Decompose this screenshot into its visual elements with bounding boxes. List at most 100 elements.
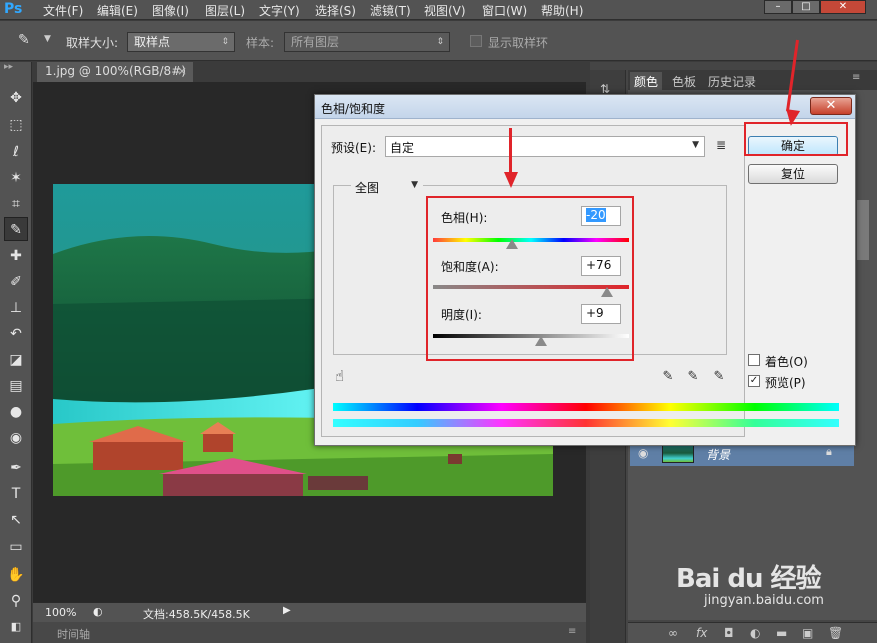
preset-select[interactable]: 自定 ▼: [385, 136, 705, 157]
menu-window[interactable]: 窗口(W): [482, 2, 527, 19]
layer-name: 背景: [706, 448, 731, 462]
sliders-highlight-box: [426, 196, 634, 361]
sample-size-label: 取样大小:: [66, 36, 119, 50]
baidu-jingyan-watermark: Bai du 经验: [676, 564, 821, 594]
crop-tool-icon[interactable]: ⌗: [4, 192, 28, 216]
chevron-down-icon: ▼: [692, 140, 699, 150]
timeline-label: 时间轴: [57, 628, 90, 641]
delete-layer-icon[interactable]: 🗑︎: [828, 626, 843, 640]
channel-value: 全图: [355, 181, 380, 195]
color-spectrum-bar-top: [333, 403, 839, 411]
menu-edit[interactable]: 编辑(E): [97, 2, 138, 19]
new-group-icon[interactable]: ▬: [776, 626, 787, 640]
new-layer-icon[interactable]: ▣: [802, 626, 813, 640]
fx-icon[interactable]: fx: [696, 626, 707, 640]
menu-filter[interactable]: 滤镜(T): [370, 2, 411, 19]
brush-tool-icon[interactable]: ✐: [4, 270, 28, 294]
ok-highlight-box: [744, 122, 848, 156]
move-tool-icon[interactable]: ✥: [4, 86, 28, 110]
collapse-arrows-icon[interactable]: ▸▸: [4, 62, 13, 72]
add-to-sample-eyedropper-icon[interactable]: ✎: [685, 369, 701, 385]
subtract-from-sample-eyedropper-icon[interactable]: ✎: [711, 369, 727, 385]
document-tab-title: 1.jpg @ 100%(RGB/8#): [45, 64, 186, 78]
annotation-arrow-head: [783, 109, 801, 127]
menu-layer[interactable]: 图层(L): [205, 2, 245, 19]
type-tool-icon[interactable]: T: [4, 482, 28, 506]
layer-thumbnail: [662, 443, 694, 463]
tool-preset-dropdown-icon[interactable]: ▼: [44, 34, 51, 44]
menu-help[interactable]: 帮助(H): [541, 2, 583, 19]
lasso-tool-icon[interactable]: ℓ: [4, 140, 28, 164]
colorize-label: 着色(O): [765, 355, 808, 369]
minimize-icon[interactable]: –: [764, 0, 792, 14]
menu-image[interactable]: 图像(I): [152, 2, 189, 19]
reset-button[interactable]: 复位: [748, 164, 838, 184]
document-tab[interactable]: 1.jpg @ 100%(RGB/8#) ×: [37, 62, 193, 82]
tab-color[interactable]: 颜色: [630, 72, 663, 90]
targeted-adjustment-hand-icon[interactable]: ☝: [335, 367, 344, 385]
status-menu-arrow-icon[interactable]: ▶: [283, 605, 291, 616]
sample-value: 所有图层: [291, 35, 340, 49]
show-ring-checkbox[interactable]: [470, 35, 482, 47]
dodge-tool-icon[interactable]: ◉: [4, 426, 28, 450]
close-icon[interactable]: ✕: [820, 0, 866, 14]
layer-mask-icon[interactable]: ◘: [724, 626, 734, 640]
photoshop-logo: Ps: [4, 1, 23, 17]
dialog-close-button[interactable]: ✕: [810, 97, 852, 115]
menu-select[interactable]: 选择(S): [315, 2, 356, 19]
adjustment-layer-icon[interactable]: ◐: [750, 626, 760, 640]
tab-swatches[interactable]: 色板: [668, 72, 700, 90]
dialog-titlebar[interactable]: 色相/饱和度 ✕: [315, 95, 855, 119]
annotation-arrow-head: [504, 172, 518, 188]
magic-wand-tool-icon[interactable]: ✶: [4, 166, 28, 190]
menu-type[interactable]: 文字(Y): [259, 2, 300, 19]
preset-options-icon[interactable]: ≣: [716, 138, 726, 152]
channel-select[interactable]: 全图 ▼: [351, 177, 423, 197]
preset-label: 预设(E):: [331, 141, 376, 155]
tab-history[interactable]: 历史记录: [704, 72, 760, 90]
menu-view[interactable]: 视图(V): [424, 2, 466, 19]
gradient-tool-icon[interactable]: ▤: [4, 374, 28, 398]
eyedropper-icon[interactable]: ✎: [660, 369, 676, 385]
blur-tool-icon[interactable]: ●: [4, 400, 28, 424]
foreground-background-color-icon[interactable]: ◧: [4, 615, 28, 639]
preview-label: 预览(P): [765, 376, 806, 390]
pen-tool-icon[interactable]: ✒: [4, 456, 28, 480]
history-brush-tool-icon[interactable]: ↶: [4, 322, 28, 346]
colorize-checkbox[interactable]: [748, 354, 760, 366]
panel-menu-icon[interactable]: ≡: [568, 626, 576, 637]
zoom-level[interactable]: 100%: [45, 606, 76, 619]
show-ring-label: 显示取样环: [488, 36, 549, 50]
chevron-updown-icon: ⇕: [221, 37, 229, 47]
sample-label: 样本:: [246, 36, 275, 50]
eyedropper-tool-icon[interactable]: ✎: [4, 217, 28, 241]
preset-value: 自定: [390, 141, 415, 155]
panel-menu-icon[interactable]: ≡: [852, 72, 860, 83]
marquee-tool-icon[interactable]: ⬚: [4, 113, 28, 137]
restore-icon[interactable]: □: [792, 0, 820, 14]
close-tab-icon[interactable]: ×: [177, 64, 187, 78]
rectangle-tool-icon[interactable]: ▭: [4, 535, 28, 559]
dialog-title: 色相/饱和度: [321, 102, 386, 116]
panel-scrollbar[interactable]: [857, 200, 869, 260]
layers-panel-footer: ∞ fx ◘ ◐ ▬ ▣ 🗑︎: [628, 622, 877, 643]
link-layers-icon[interactable]: ∞: [668, 626, 678, 640]
path-selection-tool-icon[interactable]: ↖: [4, 508, 28, 532]
sample-size-select[interactable]: 取样点 ⇕: [127, 32, 235, 52]
chevron-down-icon: ▼: [411, 180, 418, 190]
zoom-tool-icon[interactable]: ⚲: [4, 589, 28, 613]
menu-file[interactable]: 文件(F): [43, 2, 83, 19]
preview-checkbox[interactable]: ✓: [748, 375, 760, 387]
watermark-url: jingyan.baidu.com: [704, 593, 824, 608]
timeline-bar[interactable]: 时间轴 ≡: [33, 622, 586, 643]
eye-visibility-icon[interactable]: ◉: [638, 446, 648, 460]
hand-tool-icon[interactable]: ✋: [4, 563, 28, 587]
hue-saturation-dialog: 色相/饱和度 ✕ 预设(E): 自定 ▼ ≣ 全图 ▼ 色相(H): -20 饱…: [314, 94, 856, 446]
status-info-icon[interactable]: ◐: [93, 605, 103, 618]
sample-select[interactable]: 所有图层 ⇕: [284, 32, 450, 52]
status-bar: 100% ◐ 文档:458.5K/458.5K ▶: [33, 602, 586, 622]
eyedropper-icon[interactable]: ✎: [18, 32, 30, 48]
clone-stamp-tool-icon[interactable]: ⊥: [4, 296, 28, 320]
healing-brush-tool-icon[interactable]: ✚: [4, 244, 28, 268]
eraser-tool-icon[interactable]: ◪: [4, 348, 28, 372]
